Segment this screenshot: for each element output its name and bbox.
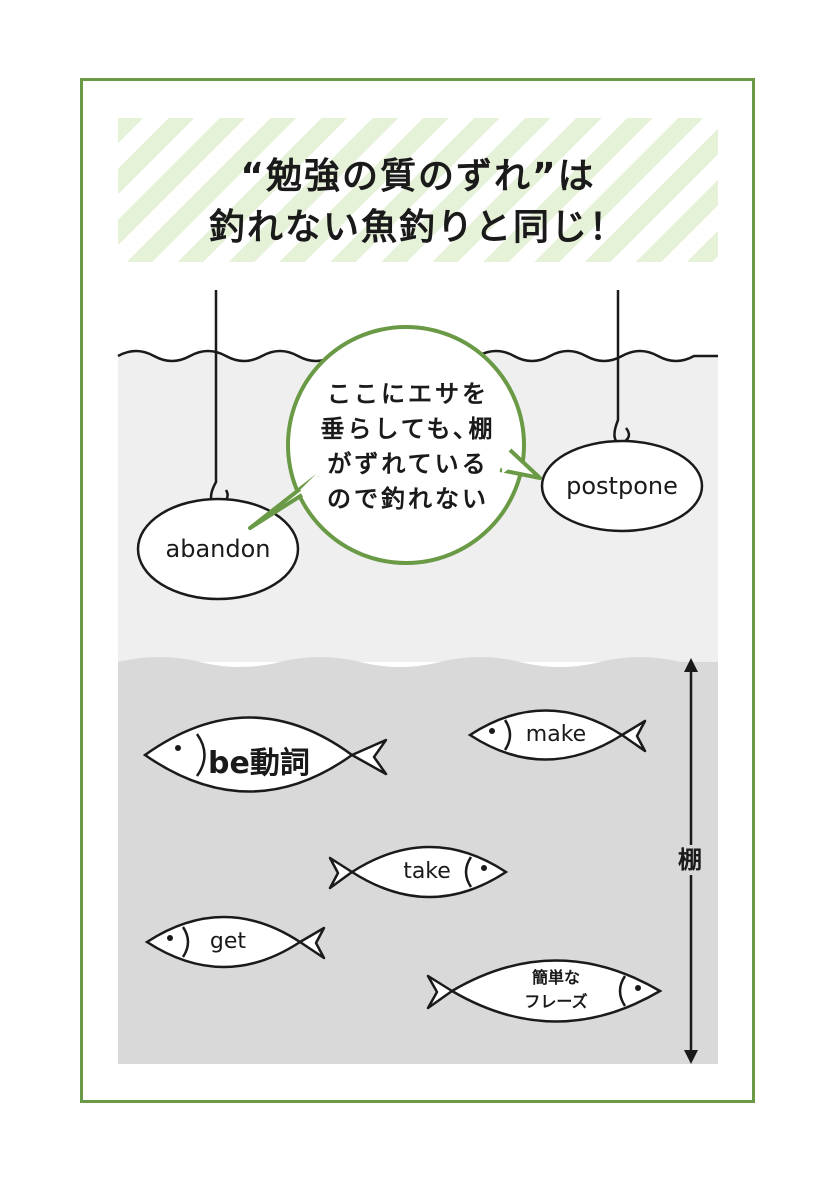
fish-label-easy-phrase-1: 簡単な [531,968,580,987]
fishing-scene [117,290,718,1064]
bait-label-abandon: abandon [165,535,271,563]
fish-label-get: get [209,929,247,954]
bubble-text-line-4: ので釣れない [327,485,489,513]
depth-label: 棚 [670,845,710,875]
fish-label-make: make [525,722,587,747]
bubble-text-line-3: がずれている [327,450,489,478]
bait-label-postpone: postpone [566,472,678,500]
fish-label-be-verb: be動詞 [208,746,310,781]
fish-label-easy-phrase-2: フレーズ [524,992,588,1011]
fish-label-take: take [403,859,451,884]
bubble-text-line-2: 垂らしても､棚 [320,415,496,443]
bubble-text-line-1: ここにエサを [327,380,489,408]
